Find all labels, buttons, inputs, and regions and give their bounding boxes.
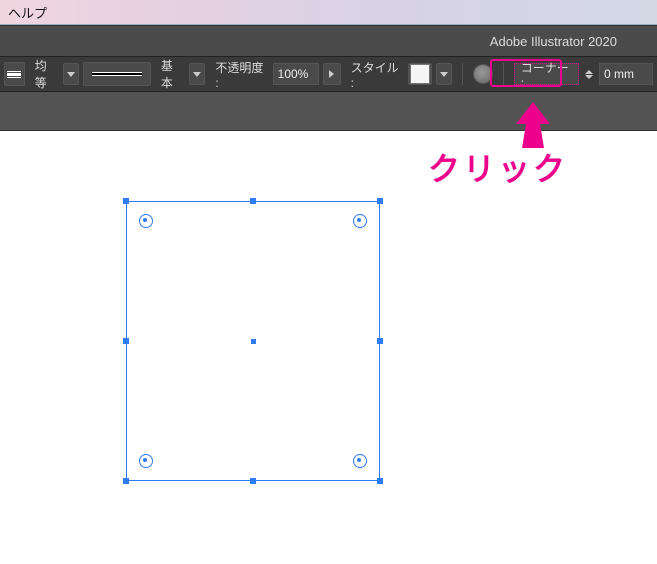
menubar: ヘルプ (0, 0, 657, 25)
chevron-right-icon (329, 70, 334, 78)
stepper-down-icon (585, 75, 593, 79)
resize-handle[interactable] (377, 478, 383, 484)
resize-handle[interactable] (377, 198, 383, 204)
stroke-align-label: 均等 (35, 57, 58, 91)
selected-rectangle[interactable] (126, 201, 380, 481)
opacity-input[interactable] (273, 63, 319, 85)
recolor-artwork-button[interactable] (473, 64, 493, 84)
corner-label-text: コーナー : (521, 59, 572, 90)
corner-stepper[interactable] (585, 70, 593, 79)
separator (462, 63, 463, 85)
selection-center-icon (251, 339, 256, 344)
corner-label-link[interactable]: コーナー : (514, 63, 579, 85)
separator (503, 63, 504, 85)
resize-handle[interactable] (250, 198, 256, 204)
opacity-label: 不透明度 : (215, 59, 266, 90)
stroke-profile-label: 基本 (161, 57, 184, 91)
style-dropdown[interactable] (436, 63, 452, 85)
app-title: Adobe Illustrator 2020 (490, 34, 617, 49)
live-corner-widget[interactable] (139, 454, 153, 468)
opacity-popup-button[interactable] (323, 63, 341, 85)
stroke-profile-preview[interactable] (83, 62, 151, 86)
recolor-icon (473, 64, 493, 84)
stroke-align-dropdown[interactable] (63, 63, 79, 85)
chevron-down-icon (440, 72, 448, 77)
resize-handle[interactable] (377, 338, 383, 344)
canvas[interactable] (0, 131, 657, 564)
live-corner-widget[interactable] (353, 214, 367, 228)
resize-handle[interactable] (123, 338, 129, 344)
stepper-up-icon (585, 70, 593, 74)
control-bar: 均等 基本 不透明度 : スタイル : コーナー : (0, 56, 657, 92)
resize-handle[interactable] (123, 198, 129, 204)
style-swatch-icon (410, 64, 430, 84)
chevron-down-icon (67, 72, 75, 77)
resize-handle[interactable] (123, 478, 129, 484)
menu-item-help[interactable]: ヘルプ (8, 3, 47, 22)
style-label: スタイル : (351, 59, 402, 90)
titlebar: Adobe Illustrator 2020 (0, 25, 657, 56)
resize-handle[interactable] (250, 478, 256, 484)
corner-radius-input[interactable] (599, 63, 653, 85)
panel-strip (0, 92, 657, 131)
live-corner-widget[interactable] (353, 454, 367, 468)
chevron-down-icon (193, 72, 201, 77)
live-corner-widget[interactable] (139, 214, 153, 228)
stroke-profile-dropdown[interactable] (189, 63, 205, 85)
style-swatch[interactable] (408, 63, 432, 85)
stroke-align-preview[interactable] (4, 62, 25, 86)
annotation-text: クリック (428, 144, 568, 190)
